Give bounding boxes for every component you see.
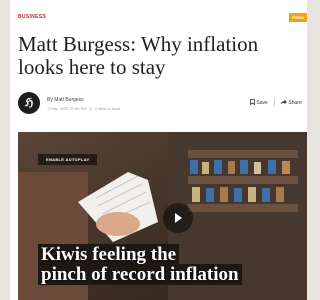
play-icon — [175, 213, 182, 223]
share-button[interactable]: Share — [280, 99, 302, 106]
read-time: 3 mins to read — [94, 106, 120, 111]
byline: ℌ By Matt Burgess 1 Feb, 2022 07:00 PM ◷… — [18, 90, 307, 118]
article-top-row: BUSINESS PREM — [18, 13, 307, 26]
caption-line: pinch of record inflation — [38, 264, 242, 285]
author-avatar-logo: ℌ — [18, 92, 40, 114]
video-caption: Kiwis feeling the pinch of record inflat… — [38, 244, 306, 285]
author-name[interactable]: By Matt Burgess — [47, 97, 84, 103]
save-label: Save — [256, 100, 268, 106]
enable-autoplay-button[interactable]: ENABLE AUTOPLAY — [38, 154, 98, 165]
video-player[interactable]: ENABLE AUTOPLAY Kiwis feeling the pinch … — [18, 132, 307, 300]
article-headline: Matt Burgess: Why inflation looks here t… — [18, 32, 259, 79]
premium-badge: PREM — [289, 13, 307, 22]
article-card: BUSINESS PREM Matt Burgess: Why inflatio… — [10, 0, 307, 300]
save-button[interactable]: Save — [250, 99, 268, 106]
divider — [274, 98, 275, 106]
play-button[interactable] — [163, 203, 193, 233]
caption-line: Kiwis feeling the — [38, 244, 180, 265]
share-arrow-icon — [280, 99, 287, 105]
clock-icon: ◷ — [87, 106, 94, 111]
section-label[interactable]: BUSINESS — [18, 14, 46, 20]
publish-date: 1 Feb, 2022 07:00 PM ◷ 3 mins to read — [47, 106, 120, 111]
bookmark-icon — [250, 99, 255, 106]
date-text: 1 Feb, 2022 07:00 PM — [47, 106, 87, 111]
share-label: Share — [288, 100, 302, 106]
